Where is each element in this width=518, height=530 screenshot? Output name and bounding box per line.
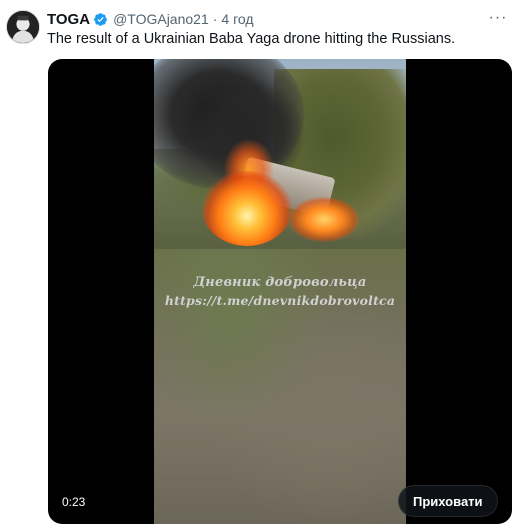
verified-badge-icon [93, 12, 108, 27]
more-icon[interactable]: ··· [488, 9, 508, 27]
video-timecode: 0:23 [62, 495, 86, 509]
frame-fire-main [202, 171, 292, 246]
author-handle[interactable]: @TOGAjano21 [113, 11, 209, 27]
tweet-text: The result of a Ukrainian Baba Yaga dron… [47, 31, 456, 47]
tweet: TOGA @TOGAjano21 · 4 год ··· The result … [0, 0, 518, 530]
video-watermark-title: Дневник добровольца [193, 275, 367, 290]
frame-ground [154, 249, 406, 524]
video-watermark-url: https://t.me/dnevnikdobrovoltca [164, 293, 396, 308]
tweet-header: TOGA @TOGAjano21 · 4 год [47, 9, 254, 29]
author-name[interactable]: TOGA [47, 11, 90, 28]
frame-fire-side [289, 197, 359, 242]
avatar-image [7, 11, 39, 43]
tweet-time[interactable]: 4 год [221, 11, 253, 27]
separator-dot: · [212, 11, 218, 27]
video-frame: Дневник добровольца https://t.me/dnevnik… [154, 59, 406, 524]
hide-button[interactable]: Приховати [398, 485, 498, 517]
avatar[interactable] [6, 10, 40, 44]
video-player[interactable]: Дневник добровольца https://t.me/dnevnik… [48, 59, 512, 524]
